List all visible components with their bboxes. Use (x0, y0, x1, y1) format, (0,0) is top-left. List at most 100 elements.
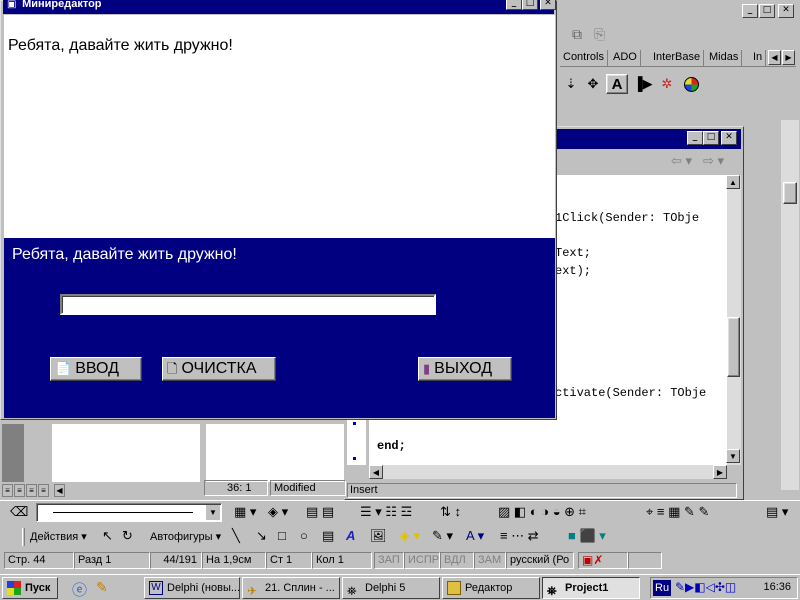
editor-scroll-left[interactable]: ◀ (369, 465, 383, 479)
tab-controls[interactable]: Controls (560, 50, 608, 66)
memo-field[interactable]: Ребята, давайте жить дружно! (4, 15, 555, 238)
view-icon[interactable]: ≡ (14, 484, 25, 497)
editor-minimize-button[interactable]: _ (687, 131, 703, 145)
word-statusbar: Стр. 44 Разд 1 44/191 На 1,9см Ст 1 Кол … (0, 552, 800, 572)
tab-interbase[interactable]: InterBase (650, 50, 705, 66)
oval-icon[interactable]: ○ (300, 528, 308, 543)
back-arrow-icon[interactable]: ⇦ ▾ (671, 153, 692, 169)
minimize-button[interactable]: _ (742, 4, 758, 18)
editor-maximize-button[interactable]: □ (703, 131, 719, 145)
editor-scroll-down[interactable]: ▼ (726, 449, 740, 463)
view-icon[interactable]: ≡ (26, 484, 37, 497)
mini-minimize-button[interactable]: _ (506, 0, 522, 10)
task-delphi-new[interactable]: W Delphi (новы... (144, 577, 240, 599)
unit-window: 36: 1 Modified (204, 418, 346, 498)
line-color-icon[interactable]: ✎ ▾ (432, 528, 453, 544)
scrollbar-component-icon[interactable]: ▐▶ (632, 74, 654, 94)
editor-scroll-up[interactable]: ▲ (726, 175, 740, 189)
clipart-icon[interactable]: 🖼 (370, 528, 387, 544)
line-icon[interactable]: ╲ (232, 528, 240, 544)
more-icon[interactable]: ▤ ▾ (766, 504, 788, 520)
mini-maximize-button[interactable]: □ (522, 0, 538, 10)
fill-color-icon[interactable]: ◈ ▾ (268, 504, 288, 520)
start-button[interactable]: Пуск (2, 577, 58, 599)
task-splin[interactable]: ✈ 21. Сплин - ... (242, 577, 340, 599)
align-icon[interactable]: ☰ ▾ ☷ ☲ (360, 504, 412, 520)
inspector-hscroll[interactable]: ≡ ≡ ≡ ≡ ◀ (2, 484, 202, 497)
task-editor[interactable]: Редактор (442, 577, 540, 599)
status-language[interactable]: русский (Ро (506, 552, 574, 569)
paste-icon[interactable]: ⎘ (594, 26, 605, 43)
exit-button[interactable]: ▮ ВЫХОД (418, 357, 512, 381)
editor-vscroll[interactable]: ▲ ▼ (726, 175, 741, 465)
tab-ado[interactable]: ADO (610, 50, 641, 66)
border-icon[interactable]: ▦ ▾ (234, 504, 256, 520)
image-icon[interactable]: ▨ ◧ ◐ ◑ ◒ ⊕ ⌗ (498, 504, 586, 520)
right-scroll-thumb[interactable] (783, 182, 797, 204)
line-style-icon[interactable]: ≡ ⋯ ⇄ (500, 528, 539, 544)
fill-bucket-icon[interactable]: ◈ ▾ (400, 528, 420, 544)
system-tray: Ru ✎▶◧◁✣◫ 16:36 (650, 577, 798, 599)
mini-editor-window: ▣ Миниредактор _ □ ✕ Ребята, давайте жит… (0, 0, 557, 420)
chart-component-icon[interactable] (684, 77, 699, 92)
mini-close-button[interactable]: ✕ (540, 0, 556, 10)
editor-scroll-thumb[interactable] (727, 317, 740, 377)
actions-menu[interactable]: Действия ▾ (30, 530, 87, 543)
view-icon[interactable]: ≡ (38, 484, 49, 497)
status-empty (628, 552, 662, 569)
tab-in[interactable]: In (750, 50, 767, 66)
crop-icon[interactable]: ⌖ ≡ ▦ ✎ ✎ (646, 504, 709, 520)
rectangle-icon[interactable]: □ (278, 528, 286, 543)
status-pages: 44/191 (150, 552, 202, 569)
text-input[interactable] (60, 294, 436, 315)
rotate-icon[interactable]: ↻ (122, 528, 133, 544)
task-project1[interactable]: ⛯ Project1 (542, 577, 640, 599)
status-ext[interactable]: ВДЛ (440, 552, 474, 569)
arrow-icon[interactable]: ↘ (256, 528, 267, 544)
eraser-icon[interactable]: ⌫ (10, 504, 28, 520)
maximize-button[interactable]: □ (759, 4, 775, 18)
connection-component-icon[interactable]: ✲ (656, 74, 678, 94)
inspector-grid[interactable] (52, 424, 200, 482)
scroll-left-icon[interactable]: ◀ (54, 484, 65, 497)
task-delphi5[interactable]: ⛯ Delphi 5 (342, 577, 440, 599)
tray-icons[interactable]: ✎▶◧◁✣◫ (675, 580, 736, 594)
scroll-left-button[interactable]: ◀ (768, 50, 781, 65)
clear-button[interactable]: 🗋 ОЧИСТКА (162, 357, 276, 381)
right-scrollbar[interactable] (781, 120, 799, 490)
enter-button[interactable]: 📄 ВВОД (50, 357, 142, 381)
autoshapes-menu[interactable]: Автофигуры ▾ (150, 530, 221, 543)
unit-text-area[interactable] (206, 424, 344, 482)
status-ovr[interactable]: ЗАМ (474, 552, 506, 569)
editor-scroll-right[interactable]: ▶ (713, 465, 727, 479)
scroll-right-button[interactable]: ▶ (782, 50, 795, 65)
sort-icon[interactable]: ⇅ ↕ (440, 504, 461, 520)
view-icon[interactable]: ≡ (2, 484, 13, 497)
select-arrow-icon[interactable]: ↖ (102, 528, 113, 544)
wordart-icon[interactable]: A (346, 528, 355, 543)
quick-launch-icon[interactable]: ✎ (96, 579, 108, 596)
forward-arrow-icon[interactable]: ⇨ ▾ (703, 153, 724, 169)
font-color-icon[interactable]: A ▾ (466, 528, 484, 544)
close-button[interactable]: ✕ (778, 4, 794, 18)
label-component-icon[interactable]: A (606, 74, 628, 94)
move-component-icon[interactable]: ✥ (582, 74, 604, 94)
editor-hscroll[interactable]: ◀ ▶ (369, 465, 727, 479)
textbox-icon[interactable]: ▤ (322, 528, 334, 544)
tab-midas[interactable]: Midas (706, 50, 743, 66)
line-style-select[interactable]: ▼ (36, 503, 222, 522)
language-indicator[interactable]: Ru (653, 580, 672, 596)
cursor-component-icon[interactable]: ⇣ (560, 74, 582, 94)
shadow-icon[interactable]: ■ ⬛ ▾ (568, 528, 606, 544)
breakpoint-dot (353, 457, 356, 460)
table-icon[interactable]: ▤ ▤ (306, 504, 334, 520)
status-rec[interactable]: ЗАП (374, 552, 404, 569)
internet-explorer-icon[interactable]: ⓔ (72, 579, 87, 600)
copy-icon[interactable]: ⧉ (572, 26, 582, 43)
editor-close-button[interactable]: ✕ (721, 131, 737, 145)
status-trk[interactable]: ИСПР (404, 552, 440, 569)
spelling-status-icon[interactable]: ▣✗ (578, 552, 628, 569)
